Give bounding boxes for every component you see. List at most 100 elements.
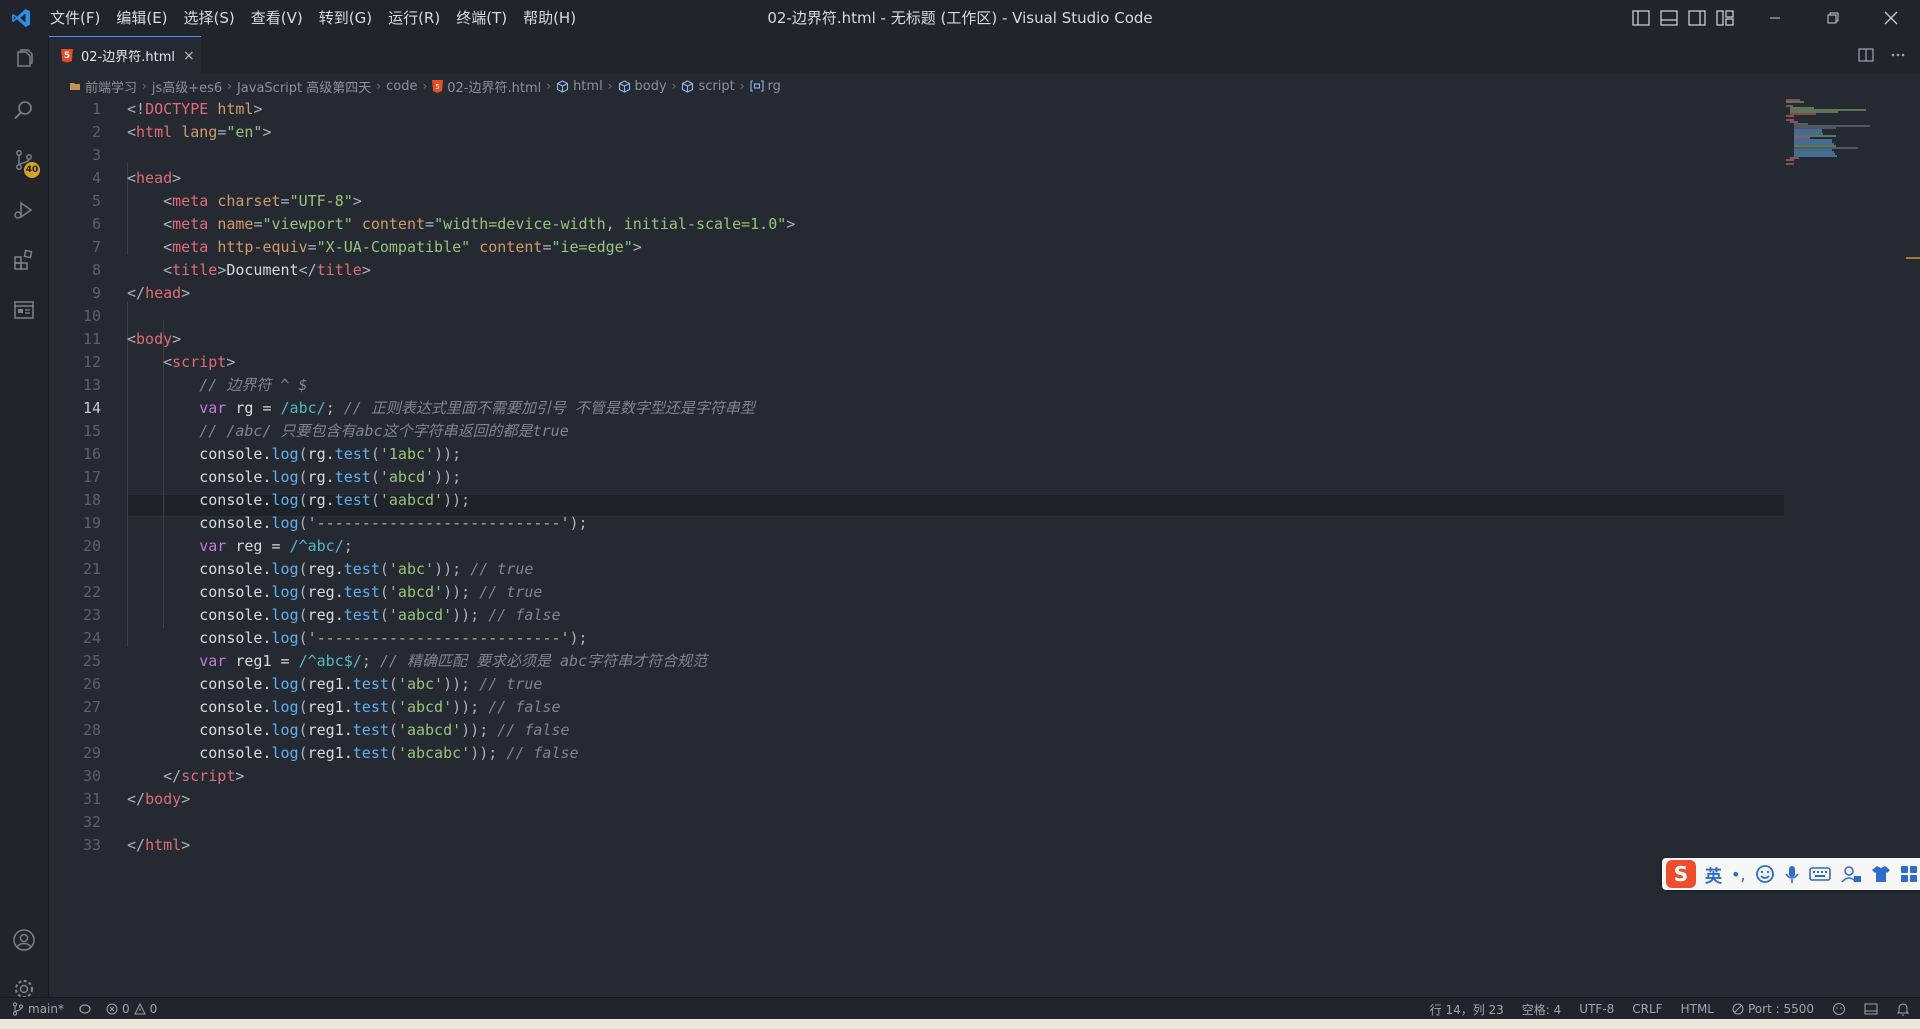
code-token: )); <box>443 491 471 509</box>
emoji-icon[interactable] <box>1755 864 1775 884</box>
code-token: ( <box>298 675 308 693</box>
menu-item[interactable]: 文件(F) <box>42 0 108 36</box>
line-number: 15 <box>82 422 101 440</box>
toggle-secondary-sidebar-icon[interactable] <box>1688 10 1706 26</box>
toggle-panel-icon[interactable] <box>1660 10 1678 26</box>
microphone-icon[interactable] <box>1784 864 1800 884</box>
cube-icon <box>556 79 569 93</box>
line-number: 22 <box>82 583 101 601</box>
minimize-button[interactable] <box>1746 0 1804 36</box>
line-number: 28 <box>82 721 101 739</box>
code-token: rg. <box>307 491 335 509</box>
notifications-bell-icon[interactable] <box>1896 1002 1910 1016</box>
grid-menu-icon[interactable] <box>1900 865 1918 883</box>
code-token: ( <box>298 491 308 509</box>
code-line: 21 console.log(reg.test('abc')); // true <box>49 558 1784 581</box>
code-text: console.log('---------------------------… <box>127 627 587 650</box>
ime-language-toggle[interactable]: 英 <box>1705 862 1722 887</box>
code-token: test <box>352 721 389 739</box>
toggle-primary-sidebar-icon[interactable] <box>1632 10 1650 26</box>
menu-item[interactable]: 终端(T) <box>448 0 515 36</box>
restore-button[interactable] <box>1804 0 1862 36</box>
layout-icon[interactable] <box>1864 1002 1878 1016</box>
menu-item[interactable]: 帮助(H) <box>515 0 584 36</box>
code-token: log <box>271 583 299 601</box>
chevron-right-icon: › <box>227 79 232 93</box>
code-token: )); <box>434 468 462 486</box>
breadcrumb-item[interactable]: 5 02-边界符.html <box>432 77 541 96</box>
code-line: 2 <html lang="en"> <box>49 121 1784 144</box>
menu-item[interactable]: 选择(S) <box>176 0 243 36</box>
breadcrumb-item[interactable]: script <box>681 79 735 94</box>
sogou-logo-icon[interactable]: S <box>1666 860 1696 888</box>
tab-02-boundary-html[interactable]: 5 02-边界符.html × <box>49 36 201 74</box>
language-mode[interactable]: HTML <box>1681 1002 1714 1016</box>
problems-status[interactable]: 0 0 <box>106 1002 157 1016</box>
user-skin-icon[interactable] <box>1840 864 1862 884</box>
code-token: log <box>271 744 299 762</box>
scrollbar-position-marker[interactable] <box>1906 257 1920 259</box>
code-editor[interactable]: 1 <!DOCTYPE html> 2 <html lang="en"> 3 4 <head… <box>49 98 1920 997</box>
code-token: // false <box>488 606 561 624</box>
git-branch-status[interactable]: main* <box>12 1002 64 1016</box>
breadcrumb-item[interactable]: JavaScript 高级第四天 <box>237 77 371 96</box>
split-editor-icon[interactable] <box>1858 47 1874 63</box>
code-token: 'abcabc' <box>397 744 471 762</box>
code-token: script <box>181 767 236 785</box>
close-tab-icon[interactable]: × <box>183 48 195 64</box>
extensions-icon[interactable] <box>0 236 48 284</box>
code-token: // false <box>488 698 561 716</box>
code-token: ( <box>379 606 389 624</box>
code-line: 18 console.log(rg.test('aabcd')); <box>49 489 1784 512</box>
more-actions-icon[interactable] <box>1890 47 1906 63</box>
menu-item[interactable]: 转到(G) <box>311 0 380 36</box>
breadcrumb-item[interactable]: html <box>556 79 603 94</box>
breadcrumb-item[interactable]: code <box>386 79 417 94</box>
code-line: 29 console.log(reg1.test('abcabc')); // … <box>49 742 1784 765</box>
code-token: ( <box>388 744 398 762</box>
close-window-button[interactable] <box>1862 0 1920 36</box>
end-of-line[interactable]: CRLF <box>1632 1002 1662 1016</box>
breadcrumb-item[interactable]: body <box>618 79 667 94</box>
ime-punctuation-toggle[interactable]: •, <box>1731 865 1746 884</box>
encoding[interactable]: UTF-8 <box>1579 1002 1614 1016</box>
breadcrumb-item[interactable]: 前端学习 <box>69 77 137 96</box>
code-token: title <box>316 261 362 279</box>
code-line: 15 // /abc/ 只要包含有abc这个字符串返回的都是true <box>49 420 1784 443</box>
breadcrumb-item[interactable]: rg <box>749 79 781 94</box>
explorer-icon[interactable] <box>0 36 48 84</box>
sync-status[interactable] <box>78 1003 92 1015</box>
line-number: 26 <box>82 675 101 693</box>
keyboard-icon[interactable] <box>1808 865 1831 883</box>
line-number: 11 <box>82 330 101 348</box>
line-number: 14 <box>82 399 101 417</box>
live-server-status[interactable]: Port : 5500 <box>1732 1002 1814 1016</box>
menu-item[interactable]: 查看(V) <box>243 0 311 36</box>
indentation[interactable]: 空格: 4 <box>1522 1001 1562 1018</box>
accounts-icon[interactable] <box>0 916 48 964</box>
code-token: Document <box>226 261 299 279</box>
code-line: 17 console.log(rg.test('abcd')); <box>49 466 1784 489</box>
run-debug-icon[interactable] <box>0 186 48 234</box>
code-token: "viewport" <box>262 215 353 233</box>
breadcrumb-item[interactable]: js高级+es6 <box>152 77 222 96</box>
code-token: 'abcd' <box>379 468 435 486</box>
cursor-position[interactable]: 行 14，列 23 <box>1430 1001 1504 1018</box>
feedback-icon[interactable] <box>1832 1002 1846 1016</box>
code-token: content <box>479 238 543 256</box>
shirt-icon[interactable] <box>1871 864 1891 884</box>
search-icon[interactable] <box>0 86 48 134</box>
remote-explorer-icon[interactable] <box>0 286 48 334</box>
code-token: ( <box>370 491 380 509</box>
menu-item[interactable]: 运行(R) <box>380 0 448 36</box>
customize-layout-icon[interactable] <box>1716 10 1734 26</box>
code-token: > <box>172 330 182 348</box>
cube-icon <box>618 79 631 93</box>
menu-item[interactable]: 编辑(E) <box>108 0 175 36</box>
source-control-icon[interactable]: 40 <box>0 136 48 184</box>
minimap[interactable] <box>1786 98 1906 178</box>
